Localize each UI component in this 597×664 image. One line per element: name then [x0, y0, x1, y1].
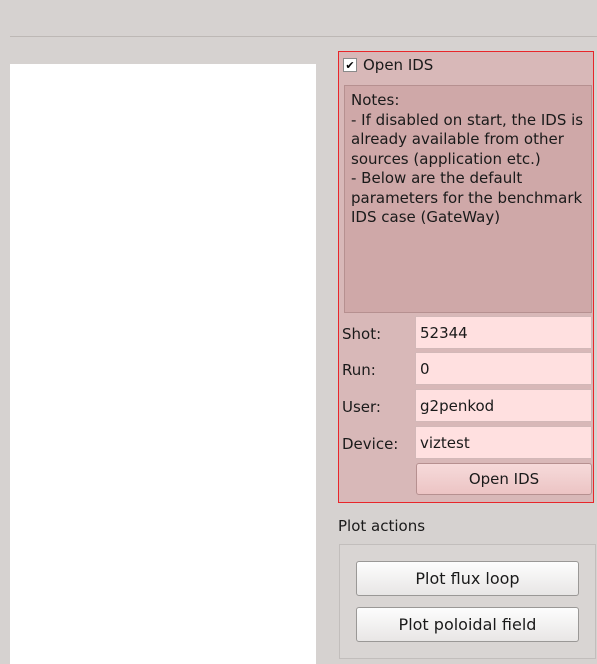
user-label: User:	[342, 398, 381, 416]
plot-poloidal-field-button[interactable]: Plot poloidal field	[356, 607, 579, 642]
open-ids-checkbox-label: Open IDS	[363, 56, 434, 74]
device-input[interactable]: viztest	[415, 426, 592, 459]
top-divider	[10, 36, 597, 37]
shot-label: Shot:	[342, 325, 382, 343]
shot-input[interactable]: 52344	[415, 316, 592, 349]
plot-actions-title: Plot actions	[338, 517, 426, 535]
top-bar	[0, 0, 597, 36]
plot-canvas[interactable]	[10, 64, 316, 664]
user-input[interactable]: g2penkod	[415, 389, 592, 422]
check-mark-icon: ✔	[345, 58, 355, 72]
checkbox-box[interactable]: ✔	[343, 58, 357, 72]
plot-flux-loop-button[interactable]: Plot flux loop	[356, 561, 579, 596]
ids-notes: Notes: - If disabled on start, the IDS i…	[344, 85, 592, 313]
open-ids-button[interactable]: Open IDS	[416, 463, 592, 495]
open-ids-checkbox[interactable]: ✔ Open IDS	[343, 55, 433, 75]
device-label: Device:	[342, 435, 399, 453]
run-label: Run:	[342, 361, 376, 379]
run-input[interactable]: 0	[415, 352, 592, 385]
